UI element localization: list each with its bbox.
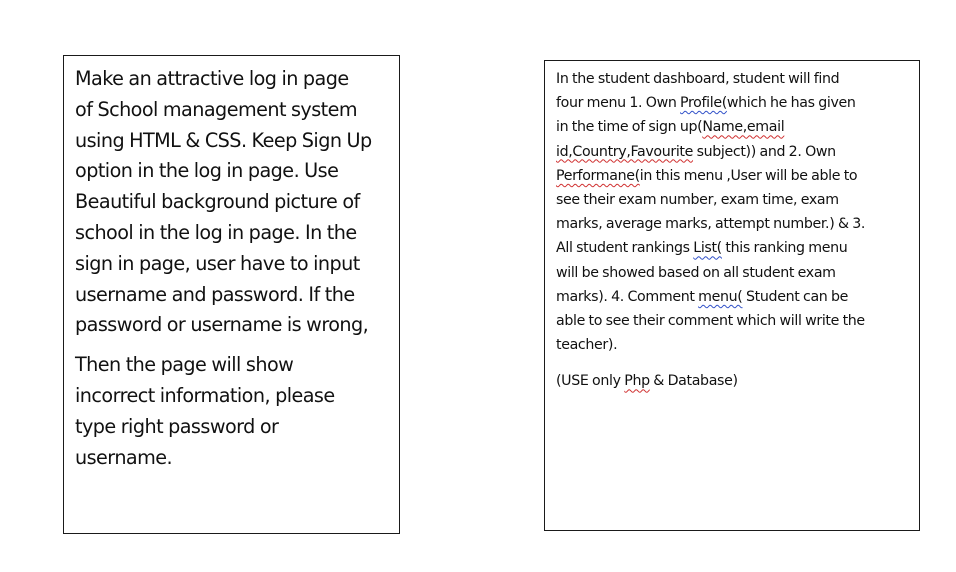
text-line: id,Country,Favourite subject)) and 2. Ow…	[556, 140, 911, 164]
text-run: (USE only	[556, 373, 625, 390]
text-line: username.	[75, 445, 173, 469]
text-run: see their exam number, exam time, exam	[556, 192, 839, 209]
paragraph-tech-note: (USE only Php & Database)	[556, 369, 911, 393]
spelling-flagged-word[interactable]: Name,email	[702, 119, 784, 135]
grammar-flagged-word[interactable]: menu(	[698, 289, 743, 305]
text-run: which he has given	[726, 95, 856, 112]
text-run: & Database)	[649, 373, 738, 390]
text-line: sign in page, user have to input	[75, 251, 360, 275]
text-line: Then the page will show	[75, 353, 294, 377]
text-line: Make an attractive log in page	[75, 67, 349, 90]
text-line: option in the log in page. Use	[75, 159, 339, 183]
spelling-flagged-word[interactable]: Performane(	[556, 168, 640, 184]
text-line: see their exam number, exam time, exam	[556, 188, 911, 212]
text-run: In the student dashboard, student will f…	[556, 71, 840, 87]
spelling-flagged-word[interactable]: id,Country,Favourite	[556, 144, 693, 160]
text-run: Student can be	[742, 288, 849, 305]
text-line: type right password or	[75, 414, 279, 438]
text-run: marks, average marks, attempt number.) &…	[556, 216, 866, 233]
paragraph-error-message: Then the page will show incorrect inform…	[75, 350, 389, 473]
text-line: teacher).	[556, 333, 911, 357]
text-line: password or username is wrong,	[75, 313, 369, 337]
text-box-dashboard-requirements: In the student dashboard, student will f…	[544, 60, 920, 531]
text-run: marks). 4. Comment	[556, 288, 699, 305]
text-line: username and password. If the	[75, 282, 355, 306]
text-line: Beautiful background picture of	[75, 190, 360, 214]
text-line: marks, average marks, attempt number.) &…	[556, 212, 911, 236]
text-line: incorrect information, please	[75, 383, 335, 407]
paragraph-dashboard-description: In the student dashboard, student will f…	[556, 67, 911, 357]
text-line: four menu 1. Own Profile(which he has gi…	[556, 91, 911, 115]
text-line: in the time of sign up(Name,email	[556, 115, 911, 139]
spelling-flagged-word[interactable]: Php	[624, 373, 650, 389]
text-run: four menu 1. Own	[556, 95, 681, 112]
text-run: teacher).	[556, 337, 618, 354]
text-line: marks). 4. Comment menu( Student can be	[556, 285, 911, 309]
text-line: able to see their comment which will wri…	[556, 309, 911, 333]
text-run: All student rankings	[556, 240, 694, 257]
grammar-flagged-word[interactable]: List(	[693, 240, 722, 256]
text-line: All student rankings List( this ranking …	[556, 236, 911, 260]
text-run: in this menu ,User will be able to	[639, 167, 858, 184]
paragraph-login-description: Make an attractive log in page of School…	[75, 64, 389, 341]
text-box-login-requirements: Make an attractive log in page of School…	[63, 55, 400, 534]
text-run: will be showed based on all student exam	[556, 264, 836, 281]
text-line: Performane(in this menu ,User will be ab…	[556, 164, 911, 188]
text-run: in the time of sign up(	[556, 119, 703, 136]
text-run: able to see their comment which will wri…	[556, 313, 865, 330]
text-line: In the student dashboard, student will f…	[556, 67, 911, 91]
text-line: (USE only Php & Database)	[556, 369, 911, 393]
text-line: using HTML & CSS. Keep Sign Up	[75, 128, 372, 152]
text-line: will be showed based on all student exam	[556, 261, 911, 285]
text-line: school in the log in page. In the	[75, 220, 357, 244]
text-run: this ranking menu	[721, 240, 848, 257]
text-run: subject)) and 2. Own	[693, 143, 837, 160]
grammar-flagged-word[interactable]: Profile(	[680, 95, 727, 111]
text-line: of School management system	[75, 97, 358, 121]
